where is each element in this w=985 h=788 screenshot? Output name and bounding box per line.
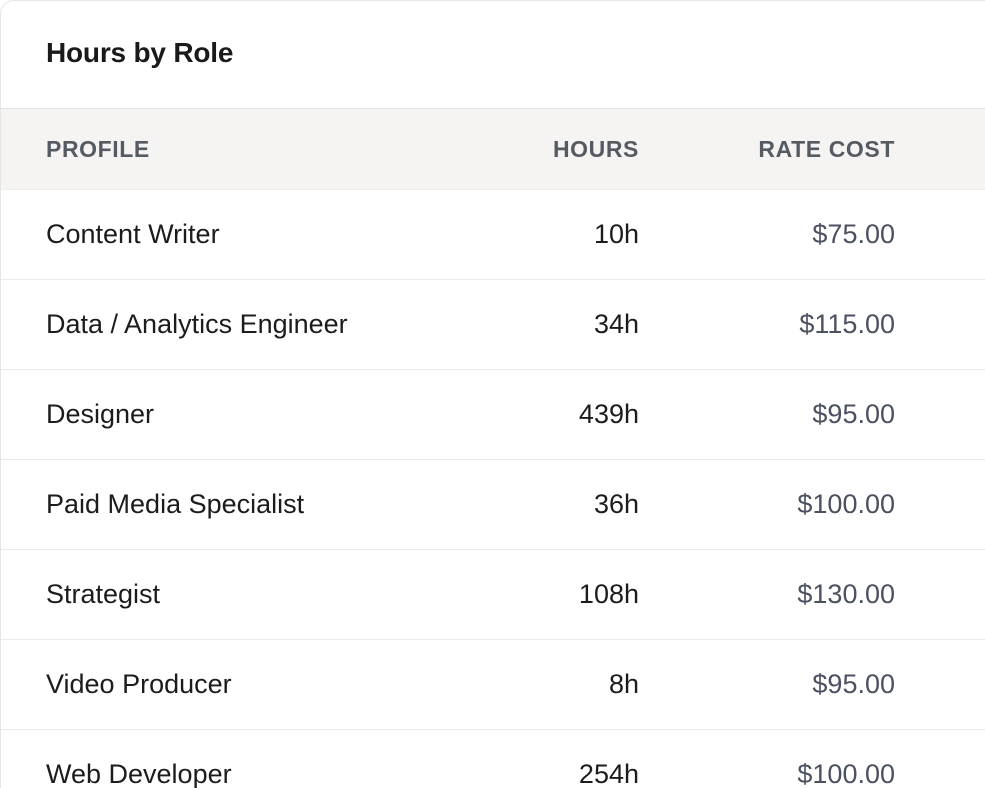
table-header: PROFILE HOURS RATE COST — [1, 109, 985, 190]
table-row: Video Producer 8h $95.00 — [1, 640, 985, 730]
cell-profile: Web Developer — [46, 759, 232, 788]
card-header: Hours by Role — [1, 1, 985, 109]
cell-profile: Content Writer — [46, 219, 220, 249]
cell-profile: Data / Analytics Engineer — [46, 309, 348, 339]
cell-rate-cost: $95.00 — [812, 399, 895, 429]
table-row: Data / Analytics Engineer 34h $115.00 — [1, 280, 985, 370]
cell-hours: 36h — [593, 489, 639, 519]
cell-profile: Designer — [46, 399, 155, 429]
table-row: Web Developer 254h $100.00 — [1, 730, 985, 788]
table-row: Content Writer 10h $75.00 — [1, 190, 985, 280]
cell-rate-cost: $130.00 — [797, 579, 895, 609]
table-body: Content Writer 10h $75.00 Data / Analyti… — [1, 190, 985, 788]
cell-hours: 254h — [578, 759, 639, 788]
table-row: Designer 439h $95.00 — [1, 370, 985, 460]
table-row: Strategist 108h $130.00 — [1, 550, 985, 640]
column-header-rate-cost: RATE COST — [758, 135, 895, 162]
cell-hours: 8h — [608, 669, 639, 699]
cell-profile: Strategist — [46, 579, 161, 609]
cell-hours: 10h — [593, 219, 639, 249]
column-header-hours: HOURS — [552, 135, 639, 162]
cell-hours: 439h — [578, 399, 639, 429]
cell-hours: 108h — [578, 579, 639, 609]
cell-profile: Video Producer — [46, 669, 232, 699]
hours-by-role-card: Hours by Role PROFILE HOURS RATE COST Co… — [0, 0, 985, 788]
cell-rate-cost: $75.00 — [812, 219, 895, 249]
column-header-profile: PROFILE — [46, 135, 150, 162]
cell-rate-cost: $100.00 — [797, 489, 895, 519]
cell-profile: Paid Media Specialist — [46, 489, 305, 519]
cell-rate-cost: $95.00 — [812, 669, 895, 699]
cell-hours: 34h — [593, 309, 639, 339]
table-row: Paid Media Specialist 36h $100.00 — [1, 460, 985, 550]
cell-rate-cost: $100.00 — [797, 759, 895, 788]
card-title: Hours by Role — [46, 36, 234, 68]
cell-rate-cost: $115.00 — [799, 309, 895, 339]
